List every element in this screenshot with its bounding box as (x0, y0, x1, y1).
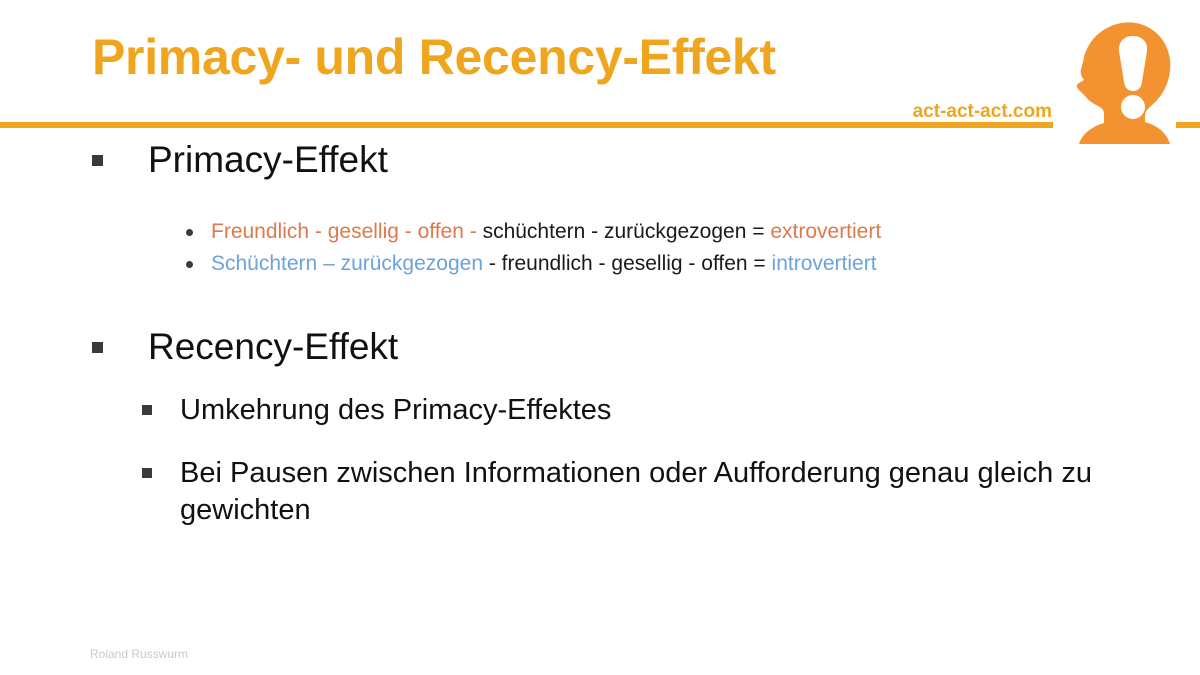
list-item: Schüchtern – zurückgezogen - freundlich … (0, 253, 1200, 274)
section-heading-label: Recency-Effekt (148, 325, 399, 367)
bullet-square-icon (92, 341, 103, 353)
bullet-square-icon (142, 404, 152, 415)
slide: Primacy- und Recency-Effekt act-act-act.… (0, 0, 1200, 675)
list-item-text-part: extrovertiert (770, 219, 882, 243)
list-item: Bei Pausen zwischen Informationen oder A… (0, 455, 1200, 529)
list-item-text-part: Freundlich - gesellig - offen - (211, 219, 483, 243)
list-item-text: Umkehrung des Primacy-Effektes (180, 393, 612, 426)
section-heading-primacy: Primacy-Effekt (0, 140, 1200, 180)
footer-author: Roland Russwurm (90, 647, 189, 661)
list-item: Umkehrung des Primacy-Effektes (0, 392, 1200, 429)
list-item-text-part: introvertiert (771, 251, 877, 275)
list-item-text-part: - freundlich - gesellig - offen = (488, 251, 772, 275)
list-item-text: Bei Pausen zwischen Informationen oder A… (180, 457, 1092, 527)
site-url-label: act-act-act.com (912, 101, 1052, 122)
head-exclamation-logo-icon (1055, 10, 1195, 150)
bullet-dot-icon (186, 260, 193, 268)
section-heading-label: Primacy-Effekt (148, 139, 388, 180)
list-item-text-part: Schüchtern – zurückgezogen (211, 251, 489, 275)
bullet-dot-icon (186, 228, 193, 236)
bullet-square-icon (92, 155, 103, 166)
slide-body: Primacy-Effekt Freundlich - gesellig - o… (0, 140, 1200, 529)
header-divider-left (0, 122, 1053, 128)
page-title: Primacy- und Recency-Effekt (92, 29, 776, 85)
list-item: Freundlich - gesellig - offen - schüchte… (0, 221, 1200, 242)
list-item-text-part: schüchtern - zurückgezogen = (482, 219, 771, 243)
bullet-square-icon (142, 468, 152, 479)
section-heading-recency: Recency-Effekt (0, 325, 1200, 367)
